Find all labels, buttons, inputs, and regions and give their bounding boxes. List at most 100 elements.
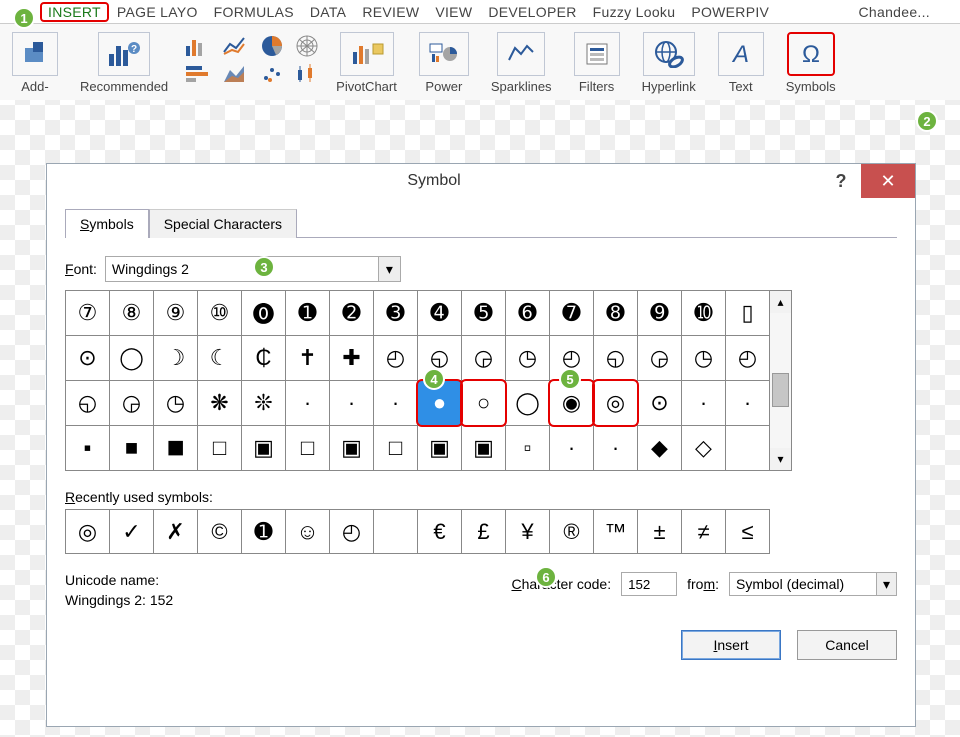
- tab-special-characters[interactable]: Special Characters: [149, 209, 297, 238]
- symbol-cell[interactable]: ➎: [462, 291, 506, 336]
- symbol-cell[interactable]: ·: [726, 381, 770, 426]
- symbol-cell[interactable]: ◷: [506, 336, 550, 381]
- insert-button[interactable]: Insert: [681, 630, 781, 660]
- tab-insert[interactable]: INSERT: [40, 2, 109, 22]
- tab-symbols[interactable]: Symbols: [65, 209, 149, 238]
- symbol-cell[interactable]: ▪: [66, 426, 110, 471]
- tab-powerpivot[interactable]: POWERPIV: [683, 2, 777, 22]
- help-button[interactable]: ?: [821, 171, 861, 192]
- recent-symbol-cell[interactable]: ☺: [286, 510, 330, 554]
- symbol-cell[interactable]: ◇: [682, 426, 726, 471]
- scatter-chart-icon[interactable]: [260, 62, 284, 86]
- user-name[interactable]: Chandee...: [851, 2, 960, 22]
- group-pivotchart[interactable]: PivotChart: [330, 30, 403, 96]
- symbol-cell[interactable]: ⊙: [66, 336, 110, 381]
- symbol-cell[interactable]: ◴: [374, 336, 418, 381]
- symbol-cell[interactable]: ◯: [110, 336, 154, 381]
- scroll-thumb[interactable]: [772, 373, 789, 407]
- symbol-cell[interactable]: ·: [330, 381, 374, 426]
- tab-fuzzy[interactable]: Fuzzy Looku: [585, 2, 684, 22]
- group-addins[interactable]: Add-: [6, 30, 64, 96]
- symbol-cell[interactable]: ▯: [726, 291, 770, 336]
- recent-symbol-cell[interactable]: ®: [550, 510, 594, 554]
- chevron-down-icon[interactable]: ▾: [876, 573, 896, 595]
- group-filters[interactable]: Filters: [568, 30, 626, 96]
- area-chart-icon[interactable]: [222, 62, 250, 86]
- symbol-cell[interactable]: ⑨: [154, 291, 198, 336]
- recent-symbol-cell[interactable]: £: [462, 510, 506, 554]
- charcode-input[interactable]: [621, 572, 677, 596]
- symbol-cell[interactable]: ⊙: [638, 381, 682, 426]
- recent-symbol-cell[interactable]: ≤: [726, 510, 770, 554]
- tab-pagelayout[interactable]: PAGE LAYO: [109, 2, 206, 22]
- symbol-cell[interactable]: ▣: [418, 426, 462, 471]
- cancel-button[interactable]: Cancel: [797, 630, 897, 660]
- recent-symbol-cell[interactable]: ✓: [110, 510, 154, 554]
- symbol-cell[interactable]: ·: [594, 426, 638, 471]
- symbol-cell[interactable]: ·: [550, 426, 594, 471]
- symbol-cell[interactable]: ▣: [330, 426, 374, 471]
- symbol-cell[interactable]: ◴: [726, 336, 770, 381]
- group-hyperlink[interactable]: Hyperlink: [636, 30, 702, 96]
- symbol-cell[interactable]: ➊: [286, 291, 330, 336]
- symbol-cell[interactable]: ❊: [242, 381, 286, 426]
- symbol-cell[interactable]: ➋: [330, 291, 374, 336]
- group-sparklines[interactable]: Sparklines: [485, 30, 558, 96]
- symbol-cell[interactable]: ■: [154, 426, 198, 471]
- symbol-cell[interactable]: ◶: [110, 381, 154, 426]
- group-text[interactable]: A Text: [712, 30, 770, 96]
- scroll-up-icon[interactable]: ▴: [770, 291, 791, 313]
- symbol-cell[interactable]: ◵: [66, 381, 110, 426]
- symbol-cell[interactable]: ➍: [418, 291, 462, 336]
- group-powerview[interactable]: Power: [413, 30, 475, 96]
- recent-symbol-cell[interactable]: ©: [198, 510, 242, 554]
- symbol-cell[interactable]: ⓿: [242, 291, 286, 336]
- tab-formulas[interactable]: FORMULAS: [206, 2, 302, 22]
- symbol-cell[interactable]: ➒: [638, 291, 682, 336]
- symbol-cell[interactable]: ◯: [506, 381, 550, 426]
- recent-symbol-cell[interactable]: ➊: [242, 510, 286, 554]
- recent-symbol-cell[interactable]: ≠: [682, 510, 726, 554]
- radar-chart-icon[interactable]: [294, 34, 320, 58]
- symbol-cell[interactable]: ☽: [154, 336, 198, 381]
- hbar-chart-icon[interactable]: [184, 62, 212, 86]
- close-button[interactable]: ✕: [861, 164, 915, 198]
- scroll-down-icon[interactable]: ▾: [770, 448, 791, 470]
- symbol-cell[interactable]: ☾: [198, 336, 242, 381]
- symbol-cell[interactable]: ➓: [682, 291, 726, 336]
- symbol-cell[interactable]: □: [286, 426, 330, 471]
- symbol-cell[interactable]: ➐: [550, 291, 594, 336]
- bar-chart-icon[interactable]: [184, 34, 212, 58]
- recent-symbol-cell[interactable]: [374, 510, 418, 554]
- line-chart-icon[interactable]: [222, 34, 250, 58]
- tab-view[interactable]: VIEW: [427, 2, 480, 22]
- symbol-cell[interactable]: ○: [462, 381, 506, 426]
- symbol-cell[interactable]: □: [198, 426, 242, 471]
- symbol-cell[interactable]: □: [374, 426, 418, 471]
- symbol-cell[interactable]: ➌: [374, 291, 418, 336]
- chevron-down-icon[interactable]: ▾: [378, 257, 400, 281]
- symbol-cell[interactable]: ◆: [638, 426, 682, 471]
- symbol-grid-scrollbar[interactable]: ▴ ▾: [770, 290, 792, 471]
- stock-chart-icon[interactable]: [294, 62, 320, 86]
- symbol-cell[interactable]: ▣: [242, 426, 286, 471]
- pie-chart-icon[interactable]: [260, 34, 284, 58]
- symbol-cell[interactable]: ✚: [330, 336, 374, 381]
- symbol-cell[interactable]: ■: [110, 426, 154, 471]
- symbol-cell[interactable]: ·: [374, 381, 418, 426]
- symbol-cell[interactable]: ◎: [594, 381, 638, 426]
- symbol-cell[interactable]: ⑩: [198, 291, 242, 336]
- recent-symbol-cell[interactable]: ™: [594, 510, 638, 554]
- symbol-cell[interactable]: ·: [682, 381, 726, 426]
- symbol-cell[interactable]: ·: [286, 381, 330, 426]
- symbol-cell[interactable]: ⑧: [110, 291, 154, 336]
- symbol-cell[interactable]: ➑: [594, 291, 638, 336]
- symbol-cell[interactable]: ◶: [462, 336, 506, 381]
- recent-symbols-grid[interactable]: ◎✓✗©➊☺◴€£¥®™±≠≤: [65, 509, 770, 554]
- group-recommended[interactable]: ? Recommended: [74, 30, 174, 96]
- symbol-cell[interactable]: ❋: [198, 381, 242, 426]
- recent-symbol-cell[interactable]: ◴: [330, 510, 374, 554]
- tab-developer[interactable]: DEVELOPER: [480, 2, 584, 22]
- symbol-cell[interactable]: ⑦: [66, 291, 110, 336]
- symbol-grid[interactable]: ⑦⑧⑨⑩⓿➊➋➌➍➎➏➐➑➒➓▯⊙◯☽☾₵✝✚◴◵◶◷◴◵◶◷◴◵◶◷❋❊···…: [65, 290, 770, 471]
